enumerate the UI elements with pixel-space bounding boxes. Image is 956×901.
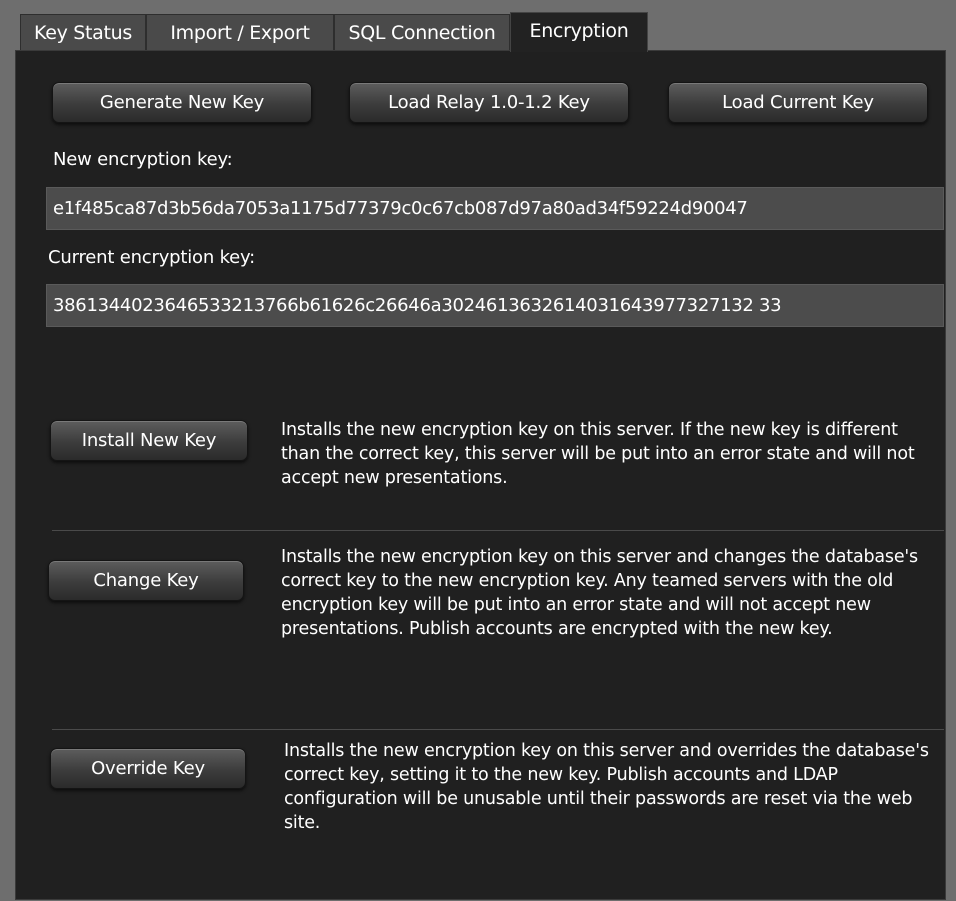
load-current-key-button[interactable]: Load Current Key [668,82,928,123]
tab-import-export[interactable]: Import / Export [146,14,334,50]
change-key-button[interactable]: Change Key [48,560,244,601]
separator [52,530,944,531]
current-key-field[interactable]: 3861344023646533213766b61626c26646a30246… [46,284,944,327]
new-key-label: New encryption key: [53,149,233,170]
current-key-label: Current encryption key: [48,247,256,268]
install-new-key-button[interactable]: Install New Key [50,420,248,461]
change-key-description: Installs the new encryption key on this … [281,547,918,639]
new-key-field[interactable]: e1f485ca87d3b56da7053a1175d77379c0c67cb0… [46,187,944,230]
tab-sql-connection[interactable]: SQL Connection [334,14,510,50]
generate-new-key-button[interactable]: Generate New Key [52,82,312,123]
tab-key-status[interactable]: Key Status [20,14,146,50]
encryption-panel: Generate New Key Load Relay 1.0-1.2 Key … [15,50,946,900]
override-key-button[interactable]: Override Key [50,748,246,789]
tab-encryption[interactable]: Encryption [510,12,648,52]
install-new-key-description: Installs the new encryption key on this … [281,420,915,488]
override-key-description: Installs the new encryption key on this … [284,741,929,833]
separator [52,729,944,730]
load-relay-key-button[interactable]: Load Relay 1.0-1.2 Key [349,82,629,123]
tab-bar: Key Status Import / Export SQL Connectio… [20,12,952,52]
